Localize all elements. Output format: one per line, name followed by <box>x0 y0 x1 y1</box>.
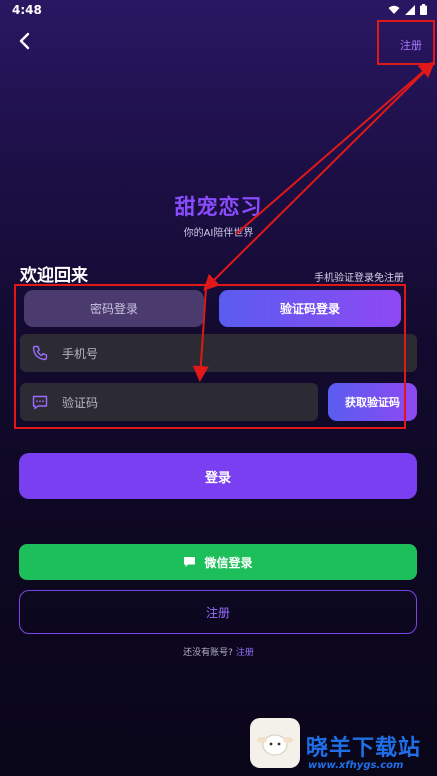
no-account-register-link[interactable]: 注册 <box>236 648 254 658</box>
wechat-login-button[interactable]: 微信登录 <box>19 544 417 580</box>
annotation-arrow <box>203 63 433 291</box>
welcome-heading: 欢迎回来 <box>20 266 88 286</box>
watermark-logo <box>250 718 300 768</box>
chat-bubble-icon <box>184 557 196 567</box>
watermark-text: 晓羊下载站 <box>306 736 422 761</box>
annotation-box-form <box>14 284 406 429</box>
login-button[interactable]: 登录 <box>19 453 417 499</box>
back-button[interactable] <box>14 31 34 51</box>
no-account-hint: 还没有账号? 注册 <box>0 645 437 658</box>
sheep-icon <box>257 734 293 756</box>
battery-icon <box>420 4 427 15</box>
no-account-text: 还没有账号? <box>183 648 233 658</box>
app-subtitle: 你的AI陪伴世界 <box>183 228 254 239</box>
login-hint: 手机验证登录免注册 <box>314 273 404 284</box>
status-time: 4:48 <box>12 3 42 17</box>
app-title: 甜宠恋习 <box>174 195 263 219</box>
watermark-url: www.xfhygs.com <box>308 760 404 771</box>
annotation-box-register <box>377 20 435 65</box>
status-icons <box>388 4 427 15</box>
chevron-left-icon <box>19 32 30 50</box>
signal-icon <box>405 4 415 15</box>
register-button[interactable]: 注册 <box>19 590 417 634</box>
wechat-login-label: 微信登录 <box>204 555 253 570</box>
wifi-icon <box>388 5 400 14</box>
